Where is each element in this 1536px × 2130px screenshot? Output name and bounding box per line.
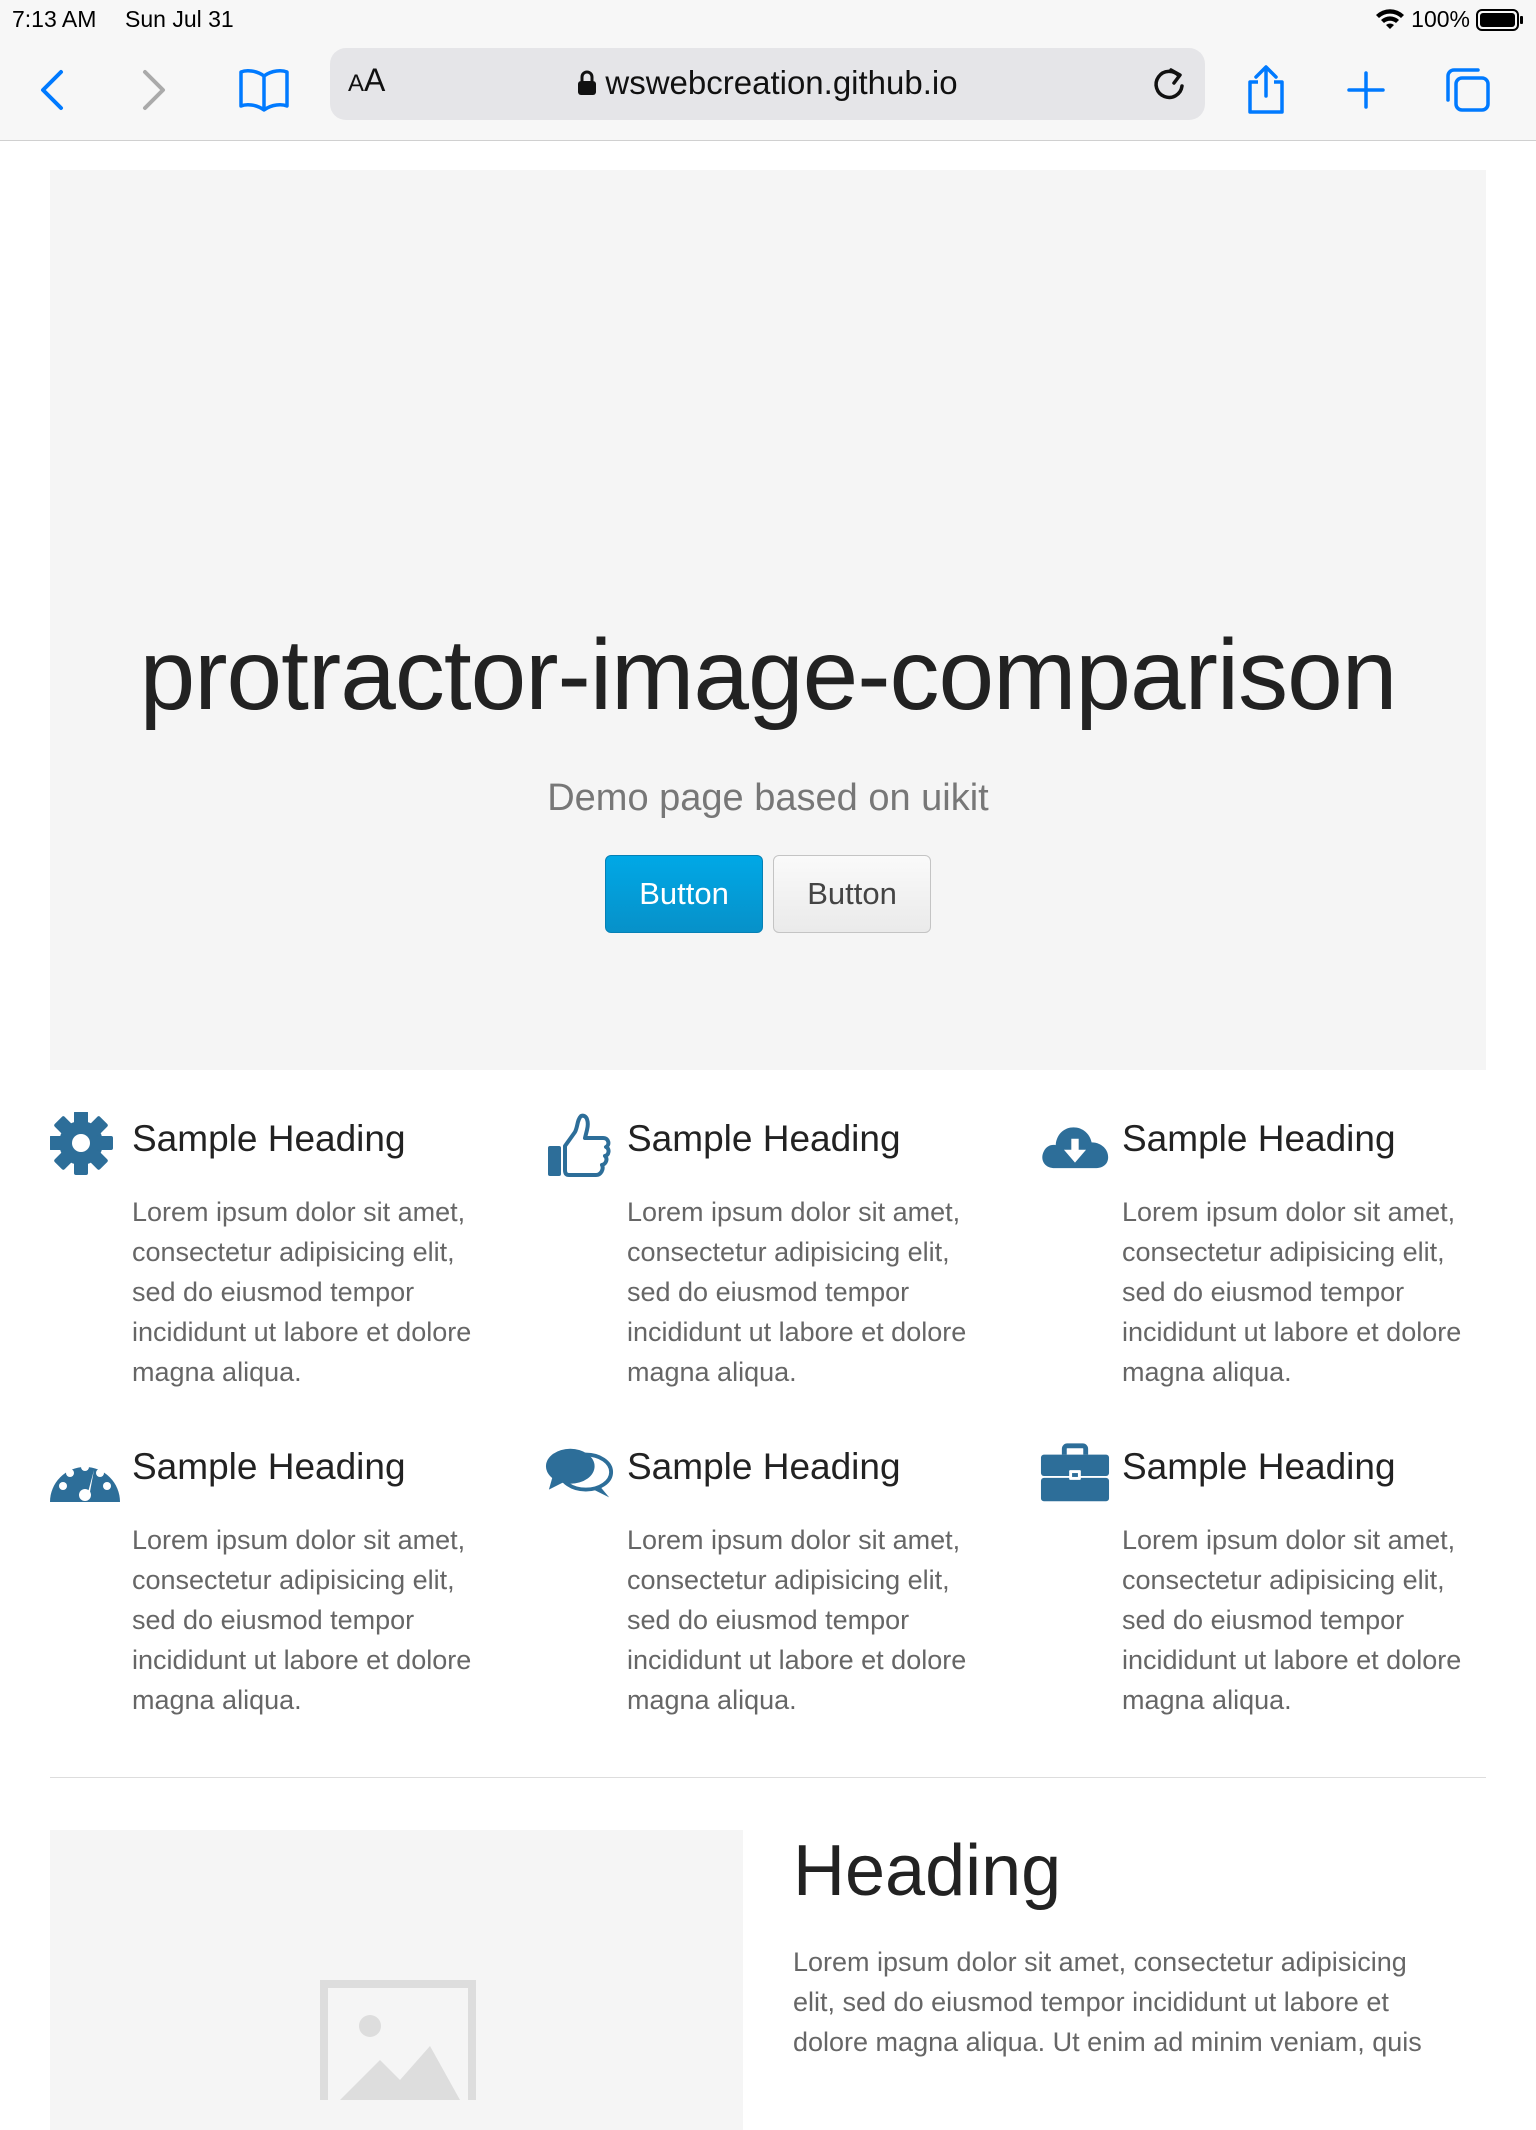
status-date: Sun Jul 31 (125, 6, 234, 32)
share-button[interactable] (1236, 60, 1296, 120)
wifi-icon (1376, 8, 1405, 29)
default-button[interactable]: Button (773, 855, 931, 933)
tabs-overview-button[interactable] (1438, 60, 1498, 120)
feature-heading: Sample Heading (132, 1118, 406, 1159)
status-time: 7:13 AM (12, 6, 97, 32)
bookmarks-button[interactable] (234, 60, 294, 120)
comments-icon (545, 1448, 614, 1498)
book-icon (239, 69, 289, 112)
section-heading: Heading (793, 1831, 1062, 1911)
image-placeholder (50, 1830, 743, 2130)
image-icon (320, 1980, 476, 2100)
reload-button[interactable] (1147, 62, 1191, 106)
chevron-right-icon (143, 70, 165, 110)
gear-icon (50, 1112, 113, 1175)
status-indicators: 100% (1375, 6, 1524, 33)
feature-heading: Sample Heading (132, 1446, 406, 1487)
url-display[interactable]: wswebcreation.github.io (330, 64, 1205, 102)
forward-button[interactable] (124, 60, 184, 120)
feature-text: Lorem ipsum dolor sit amet, consectetur … (627, 1197, 967, 1387)
feature-text: Lorem ipsum dolor sit amet, consectetur … (1122, 1197, 1462, 1387)
feature-text: Lorem ipsum dolor sit amet, consectetur … (1122, 1525, 1462, 1715)
hero-title: protractor-image-comparison (139, 619, 1398, 731)
status-bar: 7:13 AM Sun Jul 31 100% (0, 0, 1536, 40)
new-tab-button[interactable] (1336, 60, 1396, 120)
thumbs-up-icon (548, 1113, 611, 1177)
url-text: wswebcreation.github.io (605, 64, 958, 101)
address-bar[interactable]: AA wswebcreation.github.io (330, 48, 1205, 120)
briefcase-icon (1040, 1443, 1110, 1502)
section-text: Lorem ipsum dolor sit amet, consectetur … (793, 1947, 1422, 2057)
section-divider (50, 1777, 1486, 1778)
dashboard-icon (50, 1463, 120, 1502)
battery-percentage: 100% (1411, 6, 1470, 32)
chevron-left-icon (41, 70, 63, 110)
lock-icon (578, 70, 597, 95)
hero-section: protractor-image-comparison Demo page ba… (50, 170, 1486, 1070)
feature-heading: Sample Heading (627, 1118, 901, 1159)
feature-text: Lorem ipsum dolor sit amet, consectetur … (132, 1525, 472, 1715)
battery-icon (1476, 8, 1523, 31)
share-icon (1248, 65, 1284, 114)
browser-toolbar: AA wswebcreation.github.io (0, 40, 1536, 141)
reload-icon (1154, 68, 1184, 100)
primary-button[interactable]: Button (605, 855, 763, 933)
feature-heading: Sample Heading (1122, 1446, 1396, 1487)
hero-buttons: Button Button (50, 855, 1486, 933)
feature-text: Lorem ipsum dolor sit amet, consectetur … (627, 1525, 967, 1715)
cloud-download-icon (1042, 1127, 1109, 1169)
feature-heading: Sample Heading (1122, 1118, 1396, 1159)
tabs-icon (1446, 68, 1490, 112)
plus-icon (1347, 71, 1385, 109)
back-button[interactable] (22, 60, 82, 120)
hero-subtitle: Demo page based on uikit (547, 777, 989, 819)
feature-text: Lorem ipsum dolor sit amet, consectetur … (132, 1197, 472, 1387)
feature-heading: Sample Heading (627, 1446, 901, 1487)
